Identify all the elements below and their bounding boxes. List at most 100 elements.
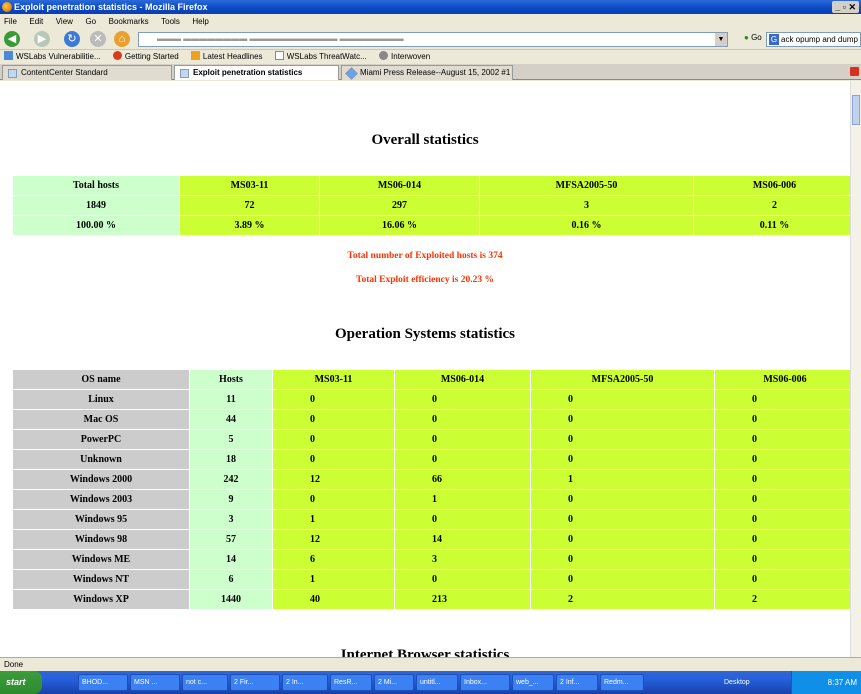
table-cell: 44: [190, 410, 272, 429]
table-cell: 3: [480, 196, 693, 215]
vertical-scrollbar[interactable]: [850, 81, 861, 657]
page-icon: [8, 69, 17, 78]
navigation-toolbar: ◀ ▶ ↻ ✕ ⌂ ▬▬▬ ▬▬▬▬▬▬▬▬ ▬▬▬▬▬▬▬▬▬▬▬ ▬▬▬▬▬…: [0, 28, 861, 50]
home-icon[interactable]: ⌂: [114, 31, 130, 47]
taskbar-button[interactable]: Redm...: [600, 674, 644, 691]
table-cell: 72: [180, 196, 319, 215]
close-tab-icon[interactable]: [850, 67, 859, 76]
menu-tools[interactable]: Tools: [161, 17, 180, 26]
table-cell: 1440: [190, 590, 272, 609]
taskbar-button[interactable]: not c...: [182, 674, 228, 691]
menu-bookmarks[interactable]: Bookmarks: [109, 17, 149, 26]
taskbar-button[interactable]: 2 In...: [282, 674, 328, 691]
table-header: MS06-006: [715, 370, 850, 389]
table-cell: 0: [395, 430, 530, 449]
table-cell: 0: [531, 530, 714, 549]
diamond-icon: [345, 67, 358, 80]
table-cell: 0: [531, 430, 714, 449]
table-cell: 0: [715, 530, 850, 549]
tab-miami-press-release[interactable]: Miami Press Release--August 15, 2002 #1: [341, 65, 513, 80]
taskbar-button[interactable]: web_...: [512, 674, 554, 691]
table-cell: 0: [395, 450, 530, 469]
scrollbar-thumb[interactable]: [852, 95, 860, 125]
table-cell: 1849: [13, 196, 179, 215]
stop-icon[interactable]: ✕: [90, 31, 106, 47]
tab-exploit-statistics[interactable]: Exploit penetration statistics: [174, 65, 339, 80]
table-cell: 3.89 %: [180, 216, 319, 235]
table-cell: Unknown: [13, 450, 189, 469]
table-cell: 3: [190, 510, 272, 529]
taskbar-button[interactable]: 2 Mi...: [374, 674, 414, 691]
bookmark-latest-headlines[interactable]: Latest Headlines: [190, 51, 263, 61]
url-dropdown-icon[interactable]: ▼: [715, 33, 727, 46]
table-cell: 0: [531, 510, 714, 529]
go-label: Go: [751, 33, 762, 42]
desktop-toolbar[interactable]: Desktop: [724, 671, 750, 694]
table-cell: 297: [320, 196, 479, 215]
taskbar-button[interactable]: ResR...: [330, 674, 372, 691]
table-header: MFSA2005-50: [531, 370, 714, 389]
bookmark-wslabs-vuln[interactable]: WSLabs Vulnerabilitie...: [4, 51, 101, 61]
table-cell: 12: [273, 470, 394, 489]
table-cell: Windows 98: [13, 530, 189, 549]
table-header: MS06-014: [320, 176, 479, 195]
table-cell: 0: [273, 410, 394, 429]
table-cell: 3: [395, 550, 530, 569]
bookmark-label: Getting Started: [124, 52, 179, 61]
menu-view[interactable]: View: [56, 17, 73, 26]
table-cell: 6: [190, 570, 272, 589]
table-cell: Windows 2000: [13, 470, 189, 489]
firefox-bookmark-icon: [112, 51, 122, 60]
table-cell: 1: [273, 570, 394, 589]
interwoven-icon: [379, 51, 389, 60]
table-row: PowerPC 5 0 0 0 0: [13, 430, 850, 449]
taskbar-button[interactable]: 2 Inf...: [556, 674, 598, 691]
bookmark-label: WSLabs ThreatWatc...: [286, 52, 367, 61]
table-cell: 2: [715, 590, 850, 609]
os-heading: Operation Systems statistics: [335, 326, 515, 342]
reload-icon[interactable]: ↻: [64, 31, 80, 47]
table-cell: 2: [531, 590, 714, 609]
table-header: MS03-11: [273, 370, 394, 389]
table-cell: 5: [190, 430, 272, 449]
menu-edit[interactable]: Edit: [29, 17, 43, 26]
exploited-hosts-text: Total number of Exploited hosts is 374: [347, 251, 503, 261]
window-controls[interactable]: _ ▫ ✕: [832, 1, 859, 13]
table-cell: Mac OS: [13, 410, 189, 429]
table-row: 1849 72 297 3 2: [13, 196, 850, 215]
table-cell: 0: [531, 490, 714, 509]
table-cell: 0.11 %: [694, 216, 850, 235]
start-button[interactable]: start: [0, 671, 42, 694]
url-input[interactable]: ▬▬▬ ▬▬▬▬▬▬▬▬ ▬▬▬▬▬▬▬▬▬▬▬ ▬▬▬▬▬▬▬▬ ▼: [138, 32, 728, 47]
taskbar-button[interactable]: MSN ...: [130, 674, 180, 691]
taskbar-button[interactable]: BHOD...: [78, 674, 128, 691]
table-cell: 11: [190, 390, 272, 409]
bookmark-getting-started[interactable]: Getting Started: [112, 51, 179, 61]
table-cell: 12: [273, 530, 394, 549]
menu-file[interactable]: File: [4, 17, 17, 26]
table-row: Windows 2000 242 12 66 1 0: [13, 470, 850, 489]
table-cell: 0: [715, 470, 850, 489]
table-header: MFSA2005-50: [480, 176, 693, 195]
forward-arrow-icon[interactable]: ▶: [34, 31, 50, 47]
table-cell: 14: [190, 550, 272, 569]
taskbar-button[interactable]: Inbox...: [460, 674, 510, 691]
menu-help[interactable]: Help: [192, 17, 208, 26]
table-row: Windows 2003 9 0 1 0 0: [13, 490, 850, 509]
table-cell: 0: [715, 410, 850, 429]
table-cell: 0: [273, 390, 394, 409]
table-cell: 0: [395, 570, 530, 589]
go-button[interactable]: ● Go: [744, 33, 762, 42]
bookmark-threatwatch[interactable]: WSLabs ThreatWatc...: [274, 51, 367, 61]
back-arrow-icon[interactable]: ◀: [4, 31, 20, 47]
tab-contentcenter[interactable]: ContentCenter Standard: [2, 65, 172, 80]
taskbar-button[interactable]: untitl...: [416, 674, 458, 691]
taskbar: start BHOD... MSN ... not c... 2 Fir... 2 In…: [0, 671, 861, 694]
bookmark-label: Latest Headlines: [202, 52, 263, 61]
bookmark-interwoven[interactable]: Interwoven: [379, 51, 430, 61]
menu-go[interactable]: Go: [85, 17, 96, 26]
search-input[interactable]: G ack opump and dump: [766, 32, 861, 47]
table-cell: 66: [395, 470, 530, 489]
taskbar-button[interactable]: 2 Fir...: [230, 674, 280, 691]
table-cell: 0: [715, 390, 850, 409]
